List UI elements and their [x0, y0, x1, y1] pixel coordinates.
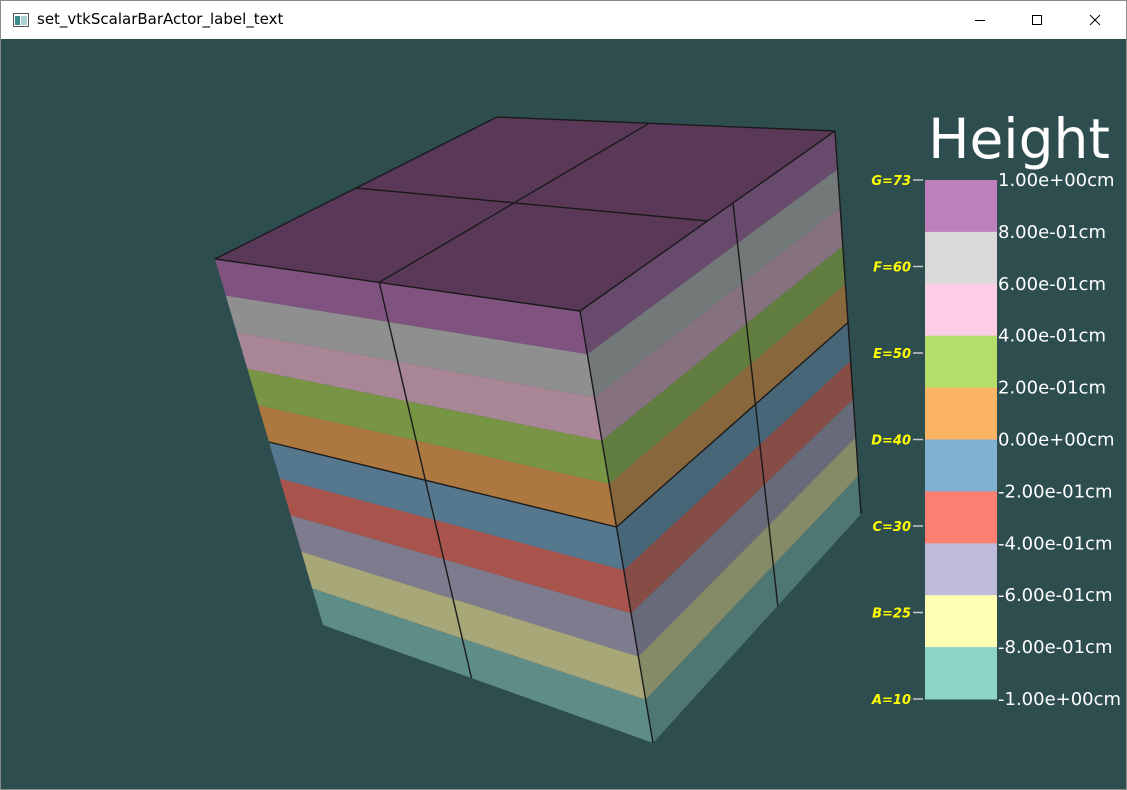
scalar-bar-annotation-label: C=30 — [872, 520, 911, 535]
scalar-bar-swatch — [925, 335, 997, 389]
vtk-app-icon — [13, 13, 29, 27]
scalar-bar-title: Height — [928, 107, 1110, 171]
scalar-bar-tick-label: -2.00e-01cm — [998, 481, 1112, 502]
scalar-bar-annotation-label: D=40 — [871, 434, 911, 449]
scalar-bar-annotation-label: G=73 — [871, 174, 911, 189]
title-bar[interactable]: set_vtkScalarBarActor_label_text — [1, 1, 1126, 39]
scalar-bar-swatch — [925, 439, 997, 492]
scalar-bar: Height 1.00e+00cm 8.00e-01cm 6.00e-01cm 4.0… — [871, 107, 1121, 710]
render-scene[interactable]: Height 1.00e+00cm 8.00e-01cm 6.00e-01cm 4.0… — [1, 39, 1126, 789]
window-title: set_vtkScalarBarActor_label_text — [37, 10, 284, 28]
scalar-bar-annotation-label: B=25 — [872, 607, 911, 622]
scalar-bar-annotations: G=73 F=60 E=50 D=40 C=30 B=25 A=10 — [871, 174, 923, 708]
scalar-bar-annotation-label: E=50 — [873, 347, 911, 362]
scalar-bar-tick-labels: 1.00e+00cm 8.00e-01cm 6.00e-01cm 4.00e-01cm… — [998, 170, 1121, 710]
scalar-bar-annotation-label: A=10 — [871, 693, 911, 708]
scalar-bar-swatch — [925, 595, 997, 648]
close-button[interactable] — [1072, 1, 1118, 39]
close-icon — [1089, 14, 1101, 26]
maximize-icon — [1032, 15, 1042, 25]
scalar-bar-tick-label: -8.00e-01cm — [998, 637, 1112, 658]
minimize-button[interactable] — [957, 1, 1003, 39]
scalar-bar-tick-label: 8.00e-01cm — [998, 222, 1106, 243]
scalar-bar-swatch — [925, 180, 997, 233]
scalar-bar-tick-label: -4.00e-01cm — [998, 533, 1112, 554]
scalar-bar-tick-label: 0.00e+00cm — [998, 430, 1115, 451]
app-window: set_vtkScalarBarActor_label_text Height … — [0, 0, 1127, 790]
scalar-bar-swatch — [925, 231, 997, 285]
scalar-bar-tick-label: 2.00e-01cm — [998, 378, 1106, 399]
minimize-icon — [975, 20, 985, 21]
scalar-bar-tick-label: -6.00e-01cm — [998, 585, 1112, 606]
scalar-bar-swatch — [925, 647, 997, 700]
maximize-button[interactable] — [1014, 1, 1060, 39]
render-viewport[interactable]: Height 1.00e+00cm 8.00e-01cm 6.00e-01cm 4.0… — [1, 39, 1126, 789]
scalar-bar-swatch — [925, 543, 997, 596]
scalar-bar-tick-label: 1.00e+00cm — [998, 170, 1115, 191]
scalar-bar-swatches — [925, 180, 997, 700]
scalar-bar-tick-label: -1.00e+00cm — [998, 689, 1121, 710]
scalar-bar-swatch — [925, 387, 997, 440]
scalar-bar-annotation-label: F=60 — [873, 261, 911, 276]
scalar-bar-tick-label: 4.00e-01cm — [998, 326, 1106, 347]
scalar-bar-swatch — [925, 283, 997, 337]
scalar-bar-tick-label: 6.00e-01cm — [998, 274, 1106, 295]
scalar-bar-swatch — [925, 491, 997, 544]
